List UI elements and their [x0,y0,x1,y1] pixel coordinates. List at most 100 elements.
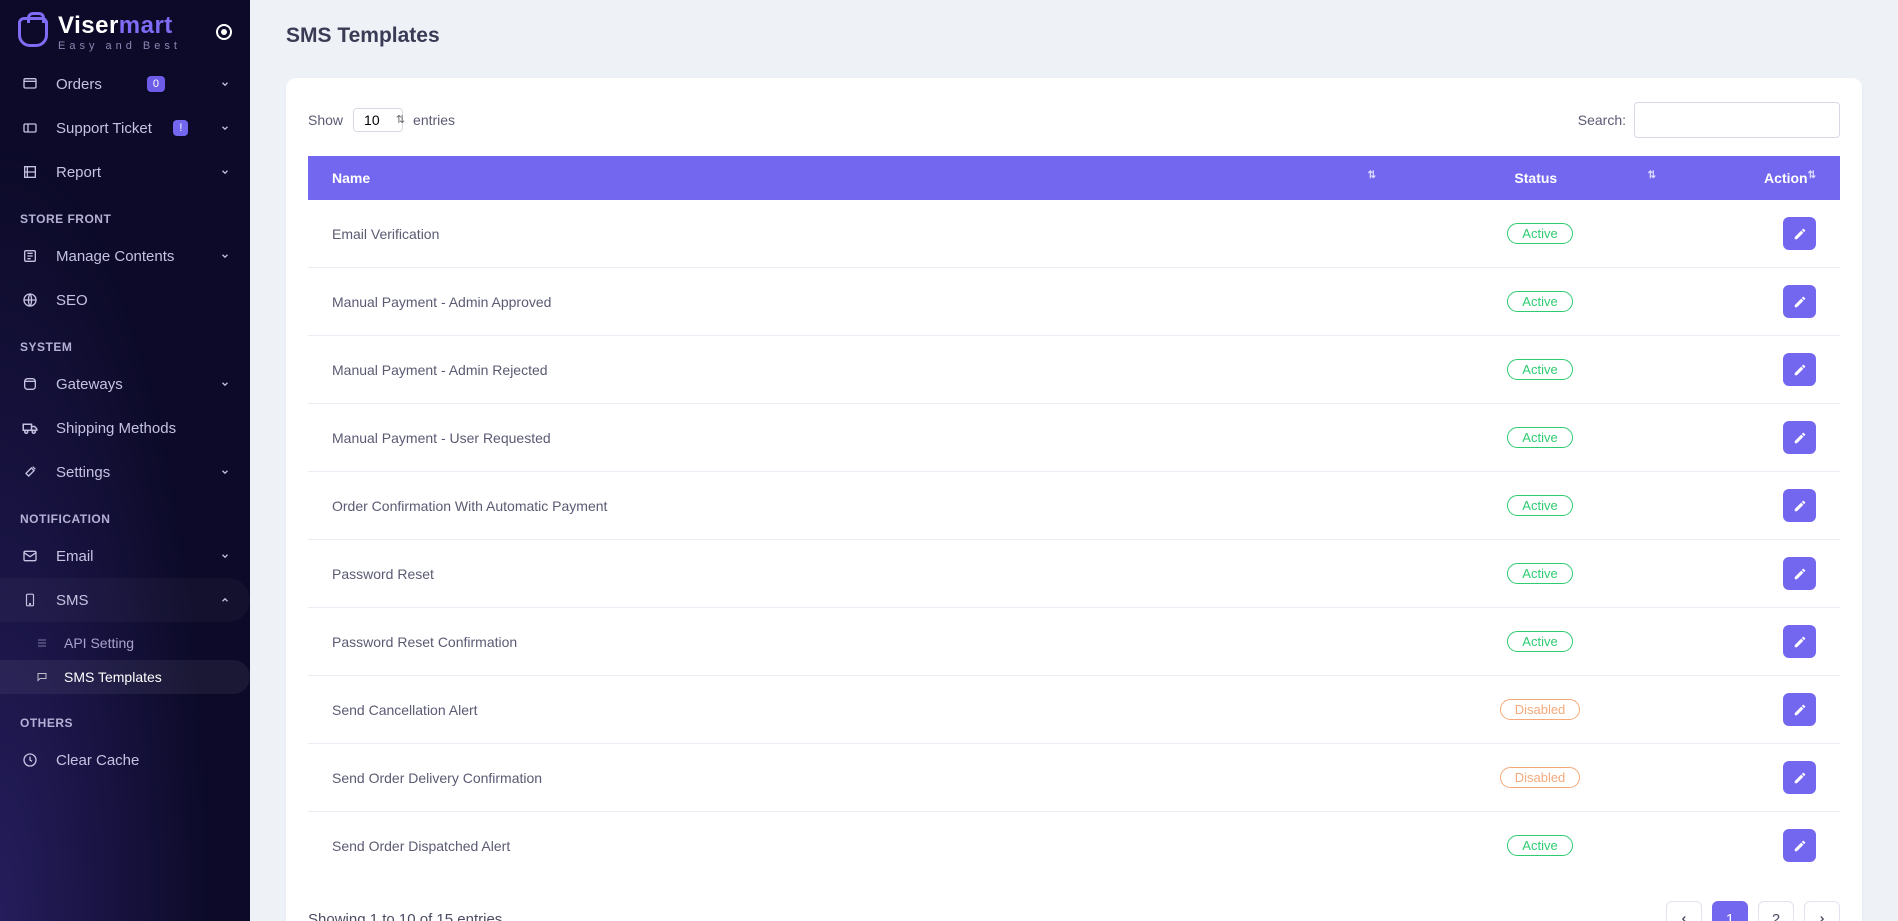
page-2[interactable]: 2 [1758,901,1794,921]
section-system: SYSTEM [0,322,250,362]
cell-action [1680,200,1840,268]
page-prev[interactable] [1666,901,1702,921]
edit-button[interactable] [1783,353,1816,386]
edit-button[interactable] [1783,557,1816,590]
edit-button[interactable] [1783,693,1816,726]
logo-brand-2: mart [119,12,173,39]
nav-label: SEO [56,292,88,309]
edit-button[interactable] [1783,761,1816,794]
search-input[interactable] [1634,102,1840,138]
table-row: Password ResetActive [308,540,1840,608]
page-1[interactable]: 1 [1712,901,1748,921]
table-row: Send Cancellation AlertDisabled [308,676,1840,744]
status-badge: Active [1507,291,1572,312]
cell-status: Active [1400,200,1680,268]
edit-button[interactable] [1783,489,1816,522]
status-badge: Active [1507,427,1572,448]
search-label: Search: [1578,112,1626,128]
nav-label: Shipping Methods [56,420,176,437]
entries-label: entries [413,112,455,128]
show-label: Show [308,112,343,128]
nav-label: Clear Cache [56,752,139,769]
nav-label: Report [56,164,101,181]
section-notification: NOTIFICATION [0,494,250,534]
cell-status: Active [1400,336,1680,404]
mail-icon [20,546,40,566]
content-icon [20,246,40,266]
nav-label: Gateways [56,376,123,393]
table-row: Email Verification Active [308,200,1840,268]
nav-label: Manage Contents [56,248,174,265]
nav-label: Support Ticket [56,120,152,137]
sub-label: SMS Templates [64,669,162,685]
sidebar-item-orders[interactable]: Orders 0 [0,62,250,106]
sidebar-item-shipping[interactable]: Shipping Methods [0,406,250,450]
templates-table: Name⇅ Status⇅ Action⇅ Email Verification… [308,156,1840,879]
edit-button[interactable] [1783,829,1816,862]
sidebar-sub-sms-templates[interactable]: SMS Templates [0,660,250,694]
sort-icon: ⇅ [1808,170,1816,181]
cell-name: Password Reset Confirmation [308,608,1400,676]
clock-icon [20,750,40,770]
cell-action [1680,472,1840,540]
cell-action [1680,744,1840,812]
status-badge: Active [1507,359,1572,380]
status-badge: Disabled [1500,767,1581,788]
sidebar-collapse-icon[interactable] [216,24,232,40]
chevron-down-icon [220,548,230,565]
section-storefront: STORE FRONT [0,194,250,234]
table-row: Manual Payment - Admin ApprovedActive [308,268,1840,336]
logo-icon [18,17,48,47]
cell-name: Email Verification [308,200,1400,268]
col-action[interactable]: Action⇅ [1680,156,1840,200]
length-select[interactable]: 10 [353,108,403,132]
gateway-icon [20,374,40,394]
datatable-controls: Show 10 entries Search: [308,96,1840,156]
page-next[interactable] [1804,901,1840,921]
edit-button[interactable] [1783,217,1816,250]
page-title: SMS Templates [286,24,1862,48]
sidebar-item-email[interactable]: Email [0,534,250,578]
sidebar-item-settings[interactable]: Settings [0,450,250,494]
cell-name: Password Reset [308,540,1400,608]
sidebar-item-support[interactable]: Support Ticket ! [0,106,250,150]
sub-label: API Setting [64,635,134,651]
table-row: Send Order Delivery ConfirmationDisabled [308,744,1840,812]
truck-icon [20,418,40,438]
col-name[interactable]: Name⇅ [308,156,1400,200]
orders-icon [20,74,40,94]
sidebar-item-manage-contents[interactable]: Manage Contents [0,234,250,278]
edit-button[interactable] [1783,285,1816,318]
chevron-down-icon [220,376,230,393]
cell-status: Disabled [1400,676,1680,744]
ticket-icon [20,118,40,138]
cell-status: Active [1400,608,1680,676]
nav-label: Email [56,548,94,565]
cell-name: Manual Payment - Admin Rejected [308,336,1400,404]
cell-status: Active [1400,812,1680,880]
cell-status: Active [1400,268,1680,336]
sort-icon: ⇅ [1368,170,1376,181]
chevron-down-icon [220,248,230,265]
sidebar-sub-api-setting[interactable]: API Setting [0,626,250,660]
col-status[interactable]: Status⇅ [1400,156,1680,200]
sidebar-item-clear-cache[interactable]: Clear Cache [0,738,250,782]
sidebar-item-report[interactable]: Report [0,150,250,194]
cell-status: Disabled [1400,744,1680,812]
status-badge: Active [1507,223,1572,244]
edit-button[interactable] [1783,625,1816,658]
section-others: OTHERS [0,698,250,738]
status-badge: Active [1507,495,1572,516]
table-row: Order Confirmation With Automatic Paymen… [308,472,1840,540]
chevron-down-icon [220,164,230,181]
sms-submenu: API Setting SMS Templates [0,622,250,698]
status-badge: Active [1507,835,1572,856]
edit-button[interactable] [1783,421,1816,454]
chevron-down-icon [220,464,230,481]
table-row: Manual Payment - Admin Rejected Active [308,336,1840,404]
sidebar-item-gateways[interactable]: Gateways [0,362,250,406]
sidebar-item-sms[interactable]: SMS [0,578,250,622]
sidebar: Visermart Easy and Best Orders 0 Support… [0,0,250,921]
sidebar-item-seo[interactable]: SEO [0,278,250,322]
cell-name: Send Order Dispatched Alert [308,812,1400,880]
